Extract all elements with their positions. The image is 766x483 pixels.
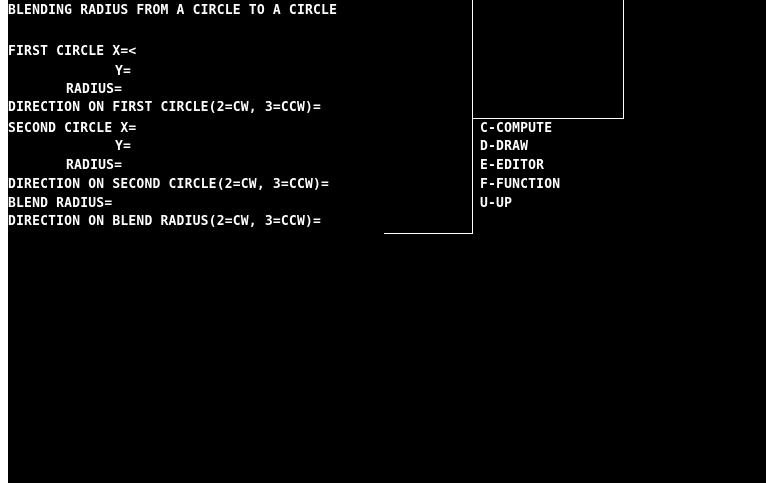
terminal-screen: BLENDING RADIUS FROM A CIRCLE TO A CIRCL… xyxy=(8,0,766,483)
first-circle-direction-prompt[interactable]: DIRECTION ON FIRST CIRCLE(2=CW, 3=CCW)= xyxy=(8,101,321,115)
second-circle-x-prompt[interactable]: SECOND CIRCLE X= xyxy=(8,122,136,136)
first-circle-radius-prompt[interactable]: RADIUS= xyxy=(66,83,122,97)
first-circle-x-prompt[interactable]: FIRST CIRCLE X=< xyxy=(8,45,136,59)
menu-box-left-border xyxy=(472,0,473,234)
menu-box-divider xyxy=(472,118,624,119)
menu-item-compute[interactable]: C-COMPUTE xyxy=(480,122,552,136)
menu-item-function[interactable]: F-FUNCTION xyxy=(480,178,560,192)
second-circle-y-prompt[interactable]: Y= xyxy=(115,140,131,154)
blend-direction-input-underline[interactable] xyxy=(384,233,472,234)
blend-radius-prompt[interactable]: BLEND RADIUS= xyxy=(8,197,112,211)
first-circle-y-prompt[interactable]: Y= xyxy=(115,65,131,79)
page-title: BLENDING RADIUS FROM A CIRCLE TO A CIRCL… xyxy=(8,3,338,18)
menu-item-editor[interactable]: E-EDITOR xyxy=(480,159,544,173)
menu-item-up[interactable]: U-UP xyxy=(480,197,512,211)
blend-direction-prompt[interactable]: DIRECTION ON BLEND RADIUS(2=CW, 3=CCW)= xyxy=(8,215,321,229)
second-circle-direction-prompt[interactable]: DIRECTION ON SECOND CIRCLE(2=CW, 3=CCW)= xyxy=(8,178,329,192)
menu-item-draw[interactable]: D-DRAW xyxy=(480,140,528,154)
second-circle-radius-prompt[interactable]: RADIUS= xyxy=(66,159,122,173)
menu-box-right-border xyxy=(623,0,624,119)
